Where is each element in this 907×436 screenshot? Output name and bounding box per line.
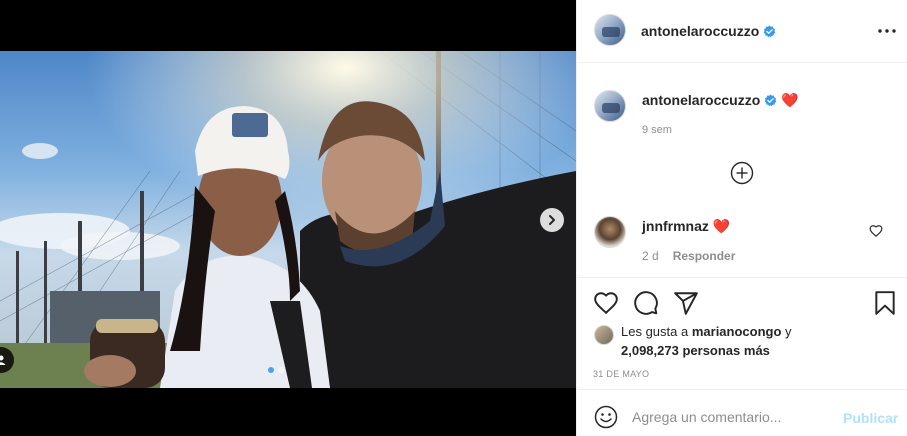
carousel-dot-active xyxy=(268,367,274,373)
comment-bubble-icon[interactable] xyxy=(633,290,659,316)
share-paper-plane-icon[interactable] xyxy=(673,290,699,316)
save-bookmark-icon[interactable] xyxy=(872,290,898,316)
caption-author[interactable]: antonelaroccuzzo ❤️ xyxy=(642,92,799,109)
liker-avatar[interactable] xyxy=(594,325,614,345)
chevron-right-icon xyxy=(549,215,555,225)
post-media xyxy=(0,0,576,436)
more-options-icon[interactable] xyxy=(875,22,899,40)
photo-scene xyxy=(0,51,576,388)
post-date[interactable]: 31 DE MAYO xyxy=(593,369,649,379)
verified-badge-icon xyxy=(763,25,776,38)
author-avatar[interactable] xyxy=(594,14,626,46)
comment-author[interactable]: jnnfrmnaz ❤️ xyxy=(642,218,730,235)
comment-heart-emoji: ❤️ xyxy=(712,218,731,234)
likes-connector: y xyxy=(785,324,792,339)
caption-timestamp[interactable]: 9 sem xyxy=(642,124,672,136)
user-tag-icon xyxy=(0,355,6,365)
comment-meta: 2 d Responder xyxy=(642,249,735,263)
comment-composer: Publicar xyxy=(577,389,907,436)
likes-summary-line-2[interactable]: 2,098,273 personas más xyxy=(621,343,770,358)
emoji-smiley-icon[interactable] xyxy=(594,405,618,429)
publish-button[interactable]: Publicar xyxy=(843,410,898,426)
post-sidebar: antonelaroccuzzo antonelaroccuzzo ❤️ 9 s… xyxy=(576,0,907,436)
author-username-text[interactable]: antonelaroccuzzo xyxy=(641,23,759,39)
likes-prefix: Les gusta a xyxy=(621,324,689,339)
comment-input[interactable] xyxy=(632,404,832,430)
likes-summary-line-1: Les gusta a marianocongo y xyxy=(621,324,792,339)
post-actions: Les gusta a marianocongo y 2,098,273 per… xyxy=(577,277,907,389)
author-username[interactable]: antonelaroccuzzo xyxy=(641,23,776,39)
liker-username[interactable]: marianocongo xyxy=(692,324,782,339)
caption-heart-emoji: ❤️ xyxy=(781,92,799,108)
load-more-comments-icon[interactable] xyxy=(730,161,754,185)
comment-author-text[interactable]: jnnfrmnaz xyxy=(642,218,709,234)
comment-author-avatar[interactable] xyxy=(594,216,626,248)
verified-badge-icon xyxy=(764,94,777,107)
post-photo[interactable] xyxy=(0,51,576,388)
caption-author-text[interactable]: antonelaroccuzzo xyxy=(642,92,760,108)
comment-like-heart-icon[interactable] xyxy=(869,224,883,238)
like-heart-icon[interactable] xyxy=(593,290,619,316)
caption-author-avatar[interactable] xyxy=(594,90,626,122)
carousel-dot xyxy=(278,367,284,373)
comment-timestamp[interactable]: 2 d xyxy=(642,249,659,263)
next-image-button[interactable] xyxy=(540,208,564,232)
carousel-indicator xyxy=(268,367,284,373)
post-header: antonelaroccuzzo xyxy=(577,0,907,63)
reply-button[interactable]: Responder xyxy=(673,249,736,263)
likes-count[interactable]: 2,098,273 xyxy=(621,343,679,358)
likes-suffix[interactable]: personas más xyxy=(682,343,769,358)
